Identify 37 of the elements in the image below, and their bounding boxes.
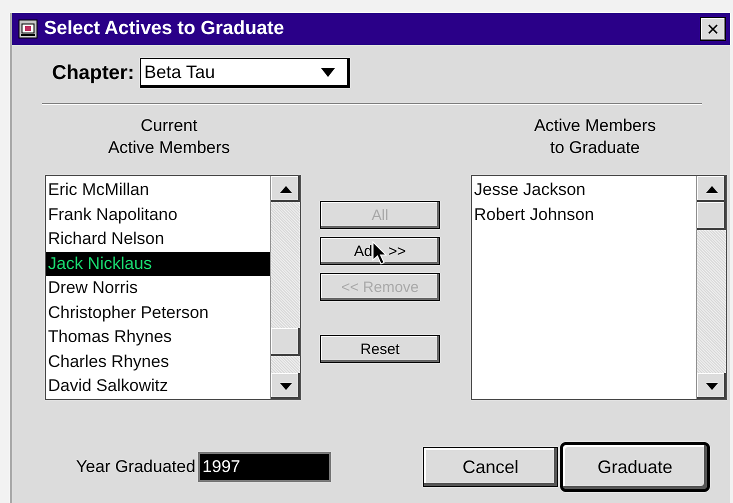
year-label: Year Graduated (76, 457, 196, 477)
dropdown-arrow-icon (321, 68, 336, 76)
list-item[interactable]: Christopher Peterson (46, 300, 270, 325)
list-item[interactable]: Frank Napolitano (46, 202, 270, 227)
list-item[interactable]: David Salkowitz (46, 374, 270, 398)
scroll-down-button[interactable] (271, 373, 300, 399)
scroll-up-button[interactable] (271, 176, 300, 202)
cancel-button[interactable]: Cancel (423, 447, 558, 487)
action-button[interactable]: Reset (320, 335, 440, 363)
scrollbar-thumb[interactable] (271, 328, 300, 356)
action-button[interactable]: Ad >> (320, 237, 440, 265)
list-item[interactable]: Richard Nelson (46, 227, 270, 252)
list-heading: Active Members to Graduate (533, 115, 657, 159)
list-item[interactable]: Jesse Jackson (472, 178, 696, 202)
up-arrow-icon (706, 186, 718, 192)
member-list[interactable]: Jesse Jackson Robert Johnson (471, 175, 727, 400)
close-button[interactable]: ✕ (700, 17, 726, 41)
down-arrow-icon (706, 382, 718, 390)
up-arrow-icon (280, 186, 292, 192)
down-arrow-icon (280, 382, 292, 390)
window-title: Select Actives to Graduate (44, 18, 286, 40)
graduate-button[interactable]: Graduate (560, 442, 710, 492)
year-field[interactable]: 1997 (198, 452, 332, 482)
list-item[interactable]: Robert Johnson (472, 202, 696, 227)
scrollbar-thumb[interactable] (697, 202, 726, 230)
chapter-label: Chapter: (52, 62, 134, 84)
list-item[interactable]: Charles Rhynes (46, 350, 270, 374)
list-heading: Current Active Members (107, 115, 231, 159)
list-item[interactable]: Drew Norris (46, 276, 270, 300)
app-icon (18, 19, 38, 39)
list-item[interactable]: Eric McMillan (46, 178, 270, 202)
scroll-down-button[interactable] (697, 373, 726, 399)
chapter-dropdown[interactable]: Beta Tau (140, 58, 350, 88)
list-item[interactable]: Thomas Rhynes (46, 325, 270, 350)
scroll-up-button[interactable] (697, 176, 726, 202)
member-list[interactable]: Eric McMillan Frank Napolitano Richard Nelson Jack Nicklaus Drew Norris Christopher Peterson Thomas Rhynes Charles Rhynes David Salkowitz (45, 175, 301, 400)
list-item[interactable]: Jack Nicklaus (46, 252, 270, 276)
